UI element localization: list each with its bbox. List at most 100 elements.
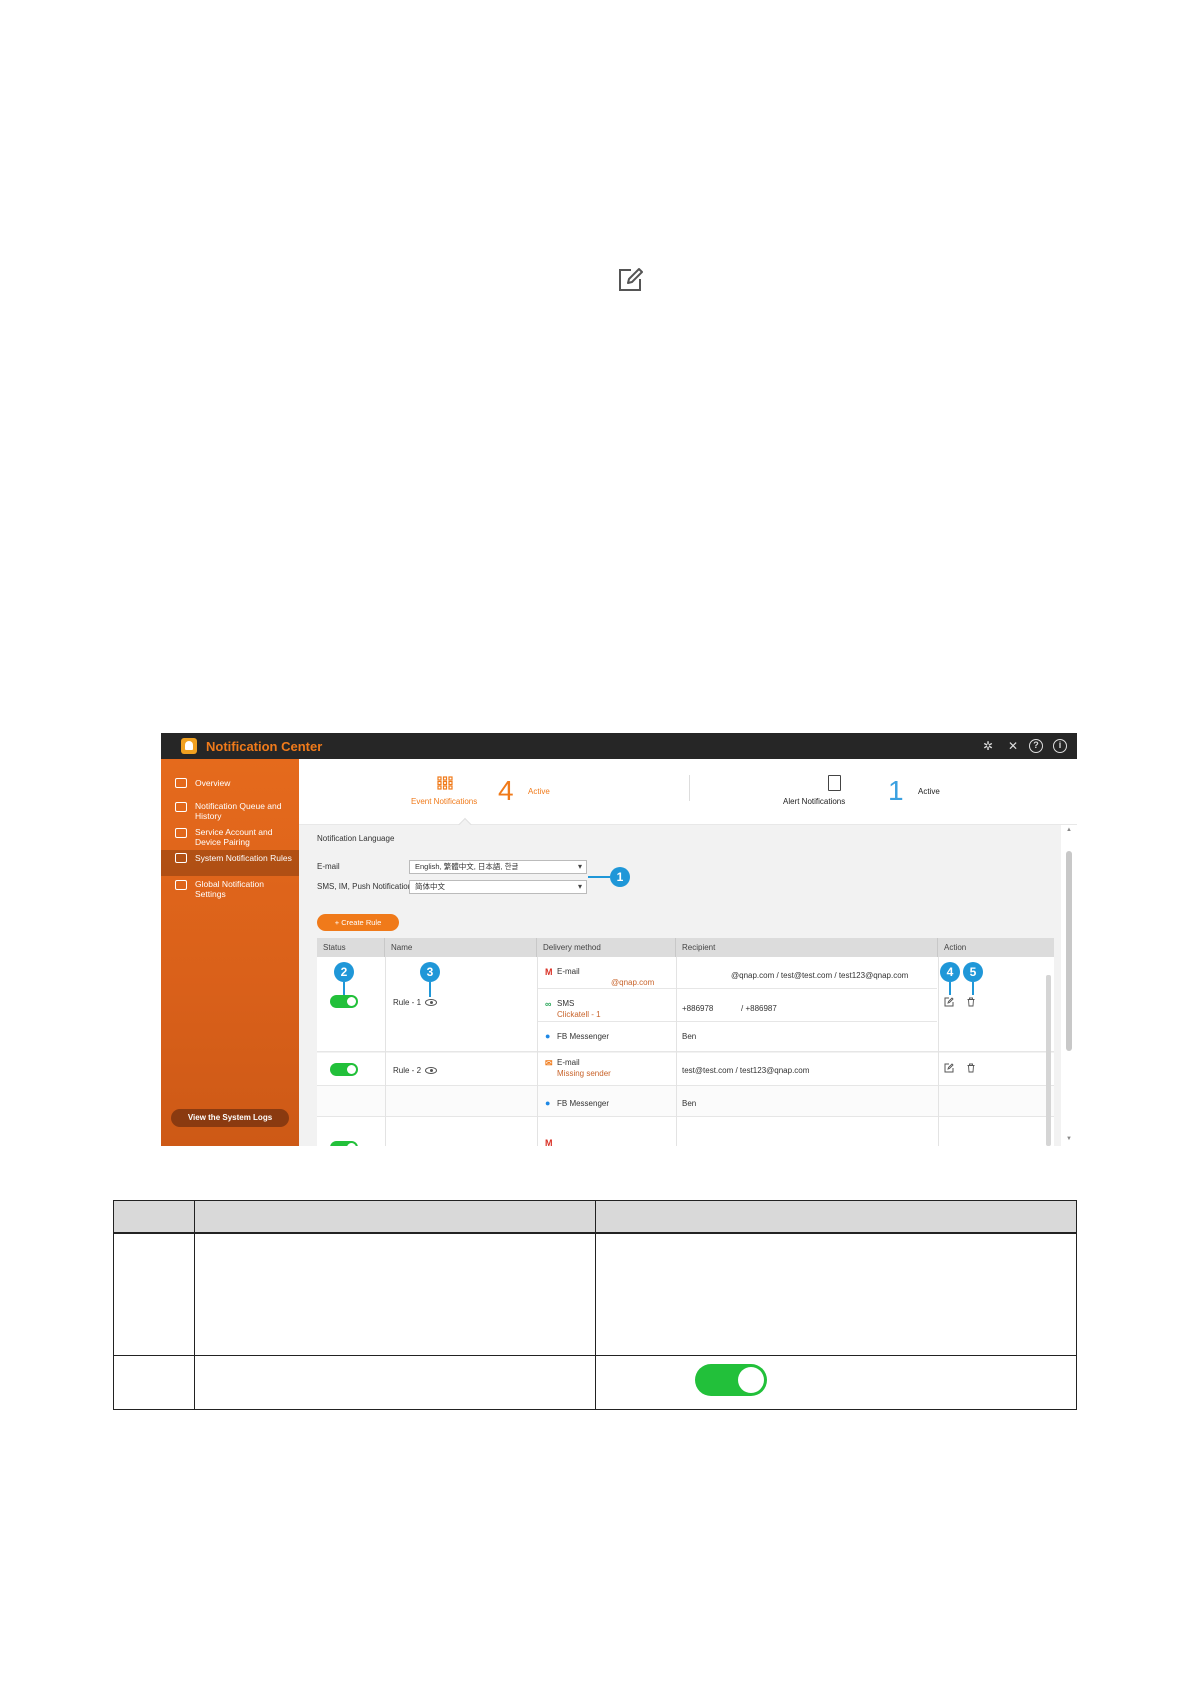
page-scrollbar[interactable]	[1066, 851, 1072, 1051]
table-border	[1076, 1200, 1077, 1410]
sidebar: Overview Notification Queue and History …	[161, 759, 299, 1146]
table-row	[317, 1117, 1054, 1146]
sidebar-item-system-rules[interactable]: System Notification Rules	[161, 850, 299, 876]
rule-3-status-toggle[interactable]	[330, 1141, 358, 1146]
device-icon	[175, 828, 187, 838]
title-bar: Notification Center ✲ ✕ ? i	[161, 733, 1077, 759]
sidebar-item-label: Overview	[195, 778, 231, 788]
rule-1-messenger-recipient: Ben	[682, 1032, 697, 1041]
sms-icon: ∞	[545, 999, 552, 1009]
email-language-label: E-mail	[317, 862, 340, 871]
rule-2-name: Rule - 2	[393, 1066, 422, 1075]
column-header-name: Name	[385, 938, 537, 957]
rule-2-email-recipient: test@test.com / test123@qnap.com	[682, 1066, 810, 1075]
column-divider	[938, 957, 939, 1146]
callout-5-line	[972, 982, 974, 995]
table-scrollbar[interactable]	[1046, 975, 1051, 1146]
column-header-delivery: Delivery method	[537, 938, 676, 957]
callout-3-line	[429, 982, 431, 997]
rule-1-view-eye-icon[interactable]	[425, 999, 437, 1006]
rule-2-messenger-recipient: Ben	[682, 1099, 697, 1108]
messenger-icon: ●	[545, 1031, 551, 1041]
rule-1-sms-method: SMS	[557, 999, 575, 1008]
settings-gear-icon[interactable]: ✲	[981, 739, 995, 753]
rule-1-status-toggle[interactable]	[330, 995, 358, 1008]
help-icon[interactable]: ?	[1029, 739, 1043, 753]
email-icon: ✉	[545, 1058, 553, 1068]
alert-status: Active	[918, 787, 940, 796]
create-rule-button[interactable]: + Create Rule	[317, 914, 399, 931]
rule-1-sms-provider: Clickatell - 1	[557, 1010, 601, 1019]
callout-1: 1	[610, 867, 630, 887]
sidebar-item-overview[interactable]: Overview	[161, 775, 299, 793]
callout-4-line	[949, 982, 951, 995]
sidebar-item-global-settings[interactable]: Global Notification Settings	[161, 877, 299, 901]
sidebar-item-queue-history[interactable]: Notification Queue and History	[161, 799, 299, 823]
tools-icon[interactable]: ✕	[1006, 739, 1020, 753]
history-icon	[175, 802, 187, 812]
messenger-icon: ●	[545, 1098, 551, 1108]
event-status: Active	[528, 787, 550, 796]
rule-1-sms-recipient-a: +886978	[682, 1004, 714, 1013]
divider	[537, 988, 937, 989]
enabled-toggle-illustration	[695, 1364, 767, 1396]
rule-2-edit-icon[interactable]	[944, 1063, 954, 1073]
callout-2-line	[343, 982, 345, 995]
scroll-down-arrow-icon[interactable]: ▼	[1066, 1136, 1072, 1142]
rule-1-email-method: E-mail	[557, 967, 580, 976]
column-header-recipient: Recipient	[676, 938, 938, 957]
rule-1-email-account: @qnap.com	[611, 978, 655, 987]
rules-content: Notification Language E-mail English, 繁體…	[299, 825, 1061, 1146]
event-count: 4	[498, 775, 514, 806]
alert-document-icon	[828, 775, 841, 791]
alert-count: 1	[888, 775, 904, 806]
email-language-select[interactable]: English, 繁體中文, 日本語, 한글	[409, 860, 587, 874]
info-icon[interactable]: i	[1053, 739, 1067, 753]
rule-2-email-method: E-mail	[557, 1058, 580, 1067]
rules-table-header: Status Name Delivery method Recipient Ac…	[317, 938, 1054, 957]
rule-1-name: Rule - 1	[393, 998, 422, 1007]
view-system-logs-button[interactable]: View the System Logs	[171, 1109, 289, 1127]
toggle-settings-icon	[175, 880, 187, 890]
rule-1-edit-icon[interactable]	[944, 997, 954, 1007]
event-notifications-tab[interactable]: Event Notifications	[411, 797, 477, 806]
alert-notifications-tab[interactable]: Alert Notifications	[783, 797, 845, 806]
callout-5: 5	[963, 962, 983, 982]
rule-2-email-status: Missing sender	[557, 1069, 611, 1078]
notification-center-screenshot: Notification Center ✲ ✕ ? i Overview Not…	[161, 733, 1077, 1146]
rule-1-messenger-method: FB Messenger	[557, 1032, 610, 1041]
sidebar-item-label: Service Account and Device Pairing	[195, 827, 273, 847]
rule-2-view-eye-icon[interactable]	[425, 1067, 437, 1074]
create-rule-label: Create Rule	[341, 918, 382, 927]
rule-1-email-recipient: @qnap.com / test@test.com / test123@qnap…	[731, 971, 909, 980]
summary-bar: Event Notifications 4 Active Alert Notif…	[299, 759, 1077, 825]
sidebar-item-service-account[interactable]: Service Account and Device Pairing	[161, 825, 299, 849]
chart-icon	[175, 778, 187, 788]
sidebar-item-label: Notification Queue and History	[195, 801, 282, 821]
rule-2-status-toggle[interactable]	[330, 1063, 358, 1076]
rule-2-delete-icon[interactable]	[966, 1063, 976, 1073]
notification-language-title: Notification Language	[317, 834, 395, 843]
table-border	[595, 1200, 596, 1410]
main-panel: Event Notifications 4 Active Alert Notif…	[299, 759, 1077, 1146]
rule-1-delete-icon[interactable]	[966, 997, 976, 1007]
column-divider	[537, 957, 538, 1146]
divider	[537, 1021, 937, 1022]
column-header-status: Status	[317, 938, 385, 957]
app-title: Notification Center	[206, 739, 323, 754]
table-border	[113, 1200, 114, 1410]
rules-icon	[175, 853, 187, 863]
rule-2-messenger-method: FB Messenger	[557, 1099, 610, 1108]
scroll-up-arrow-icon[interactable]: ▲	[1066, 827, 1072, 833]
column-divider	[385, 957, 386, 1146]
gmail-icon: M	[545, 967, 553, 977]
notification-center-app-icon	[181, 738, 197, 754]
callout-2: 2	[334, 962, 354, 982]
column-divider	[676, 957, 677, 1146]
sms-language-select[interactable]: 简体中文	[409, 880, 587, 894]
callout-1-line	[588, 876, 610, 878]
sidebar-item-label: Global Notification Settings	[195, 879, 264, 899]
sidebar-item-label: System Notification Rules	[195, 853, 292, 863]
sms-language-label: SMS, IM, Push Notification	[317, 882, 413, 891]
column-header-action: Action	[944, 943, 967, 952]
